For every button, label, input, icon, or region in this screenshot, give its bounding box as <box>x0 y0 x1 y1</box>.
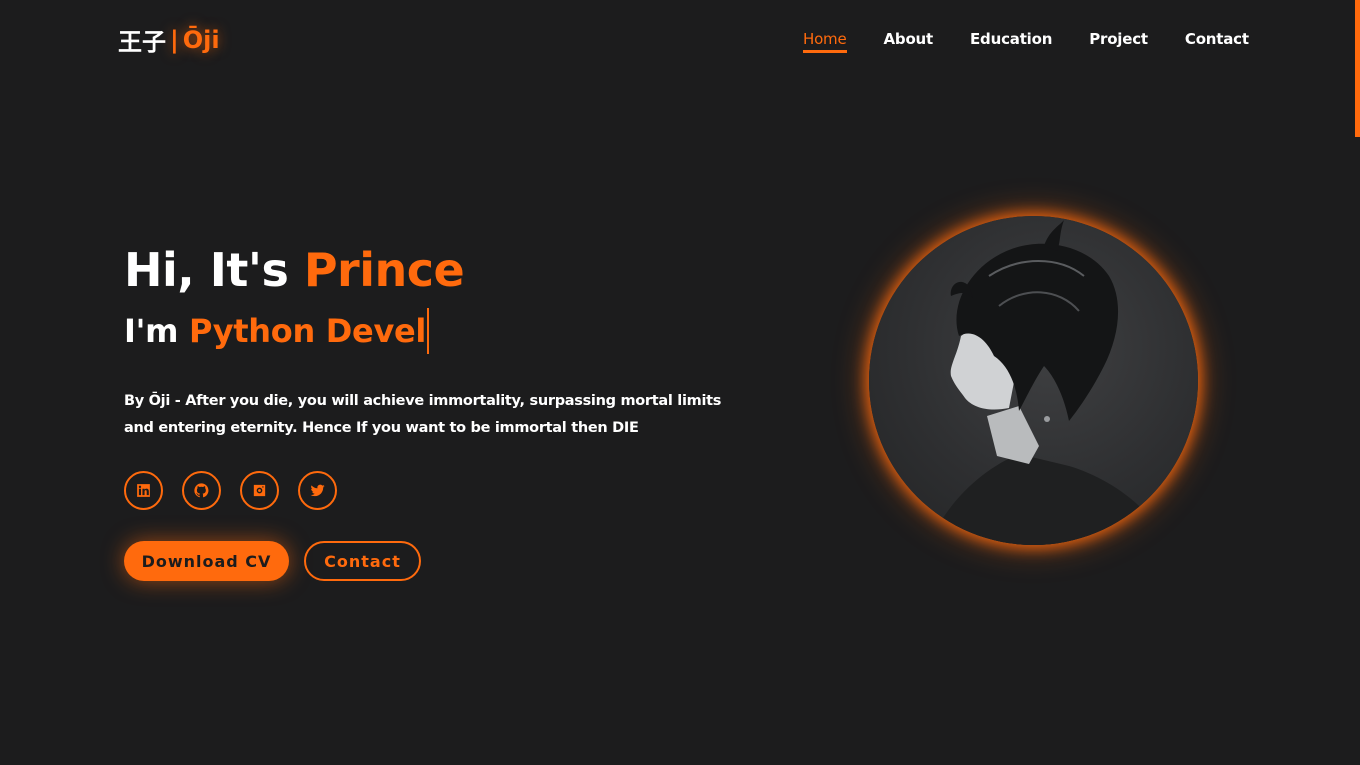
linkedin-link[interactable] <box>124 471 163 510</box>
hero-name: Prince <box>303 243 465 297</box>
profile-avatar <box>869 216 1198 545</box>
hero-role: I'm Python Devel <box>124 308 430 354</box>
github-icon <box>194 483 209 498</box>
social-links <box>124 471 337 510</box>
contact-button[interactable]: Contact <box>304 541 421 581</box>
github-link[interactable] <box>182 471 221 510</box>
hero-role-typed: Python Devel <box>189 312 427 350</box>
logo[interactable]: 王子 | Ōji <box>118 22 220 57</box>
scroll-indicator[interactable] <box>1355 0 1360 137</box>
hero-title: Hi, It's Prince <box>124 243 465 297</box>
download-cv-button[interactable]: Download CV <box>124 541 289 581</box>
instagram-link[interactable] <box>240 471 279 510</box>
logo-name: Ōji <box>182 25 220 54</box>
instagram-icon <box>253 484 266 497</box>
linkedin-icon <box>137 484 150 497</box>
nav-education[interactable]: Education <box>970 30 1052 53</box>
twitter-link[interactable] <box>298 471 337 510</box>
anime-profile-illustration <box>929 220 1169 545</box>
logo-kanji: 王子 <box>118 28 166 56</box>
nav-home[interactable]: Home <box>803 30 847 53</box>
nav-about[interactable]: About <box>884 30 934 53</box>
nav-contact[interactable]: Contact <box>1185 30 1249 53</box>
hero-role-prefix: I'm <box>124 312 189 350</box>
nav-project[interactable]: Project <box>1089 30 1148 53</box>
hero-greeting: Hi, It's <box>124 243 304 297</box>
typing-cursor <box>427 308 430 354</box>
logo-separator: | <box>170 25 179 54</box>
hero-tagline: By Ōji - After you die, you will achieve… <box>124 393 722 436</box>
twitter-icon <box>310 484 325 497</box>
main-nav: Home About Education Project Contact <box>803 30 1249 53</box>
